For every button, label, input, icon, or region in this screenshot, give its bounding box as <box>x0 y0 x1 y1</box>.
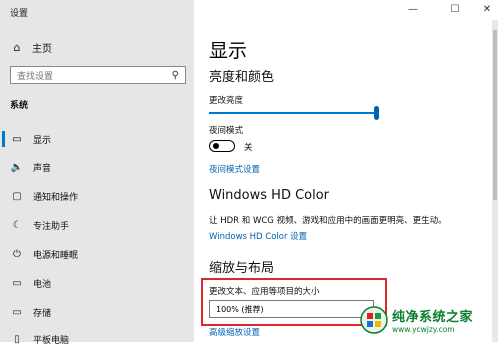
brightness-heading: 亮度和颜色 <box>209 70 275 85</box>
sidebar-item-label: 电池 <box>33 279 52 290</box>
scale-heading: 缩放与布局 <box>209 261 275 276</box>
active-indicator <box>2 131 5 147</box>
brightness-slider-thumb[interactable] <box>374 106 379 120</box>
search-icon: ⚲ <box>171 69 179 81</box>
home-label: 主页 <box>32 43 52 55</box>
tablet-icon: ▯ <box>14 333 20 345</box>
highlight-box <box>201 278 387 326</box>
battery-icon: ▭ <box>12 277 22 289</box>
night-mode-toggle[interactable] <box>209 140 235 152</box>
sidebar-item-storage[interactable]: ▭ 存储 <box>10 305 51 319</box>
sidebar-item-battery[interactable]: ▭ 电池 <box>10 276 51 290</box>
sidebar-item-notifications[interactable]: ▢ 通知和操作 <box>10 189 78 203</box>
sidebar: 设置 ⌂ 主页 查找设置 ⚲ 系统 ▭ 显示 🔈 声音 ▢ 通知和操作 ☾ 专注… <box>0 0 194 346</box>
sidebar-item-label: 显示 <box>33 135 52 146</box>
sidebar-item-label: 电源和睡眠 <box>33 250 79 261</box>
sidebar-item-focus-assist[interactable]: ☾ 专注助手 <box>10 218 70 232</box>
advanced-scaling-link[interactable]: 高级缩放设置 <box>209 326 260 338</box>
search-placeholder: 查找设置 <box>17 71 54 82</box>
hdr-description: 让 HDR 和 WCG 视频、游戏和应用中的画面更明亮、更生动。 <box>209 216 447 226</box>
scrollbar[interactable] <box>492 20 498 342</box>
search-input[interactable]: 查找设置 ⚲ <box>10 66 186 84</box>
sidebar-item-label: 通知和操作 <box>33 192 79 203</box>
sidebar-item-display[interactable]: ▭ 显示 <box>10 132 51 146</box>
power-icon: ⏻ <box>13 248 21 260</box>
storage-icon: ▭ <box>12 306 22 318</box>
sidebar-item-label: 专注助手 <box>33 221 70 232</box>
section-label: 系统 <box>10 101 29 111</box>
sidebar-item-label: 声音 <box>33 163 52 174</box>
sidebar-item-label: 平板电脑 <box>33 335 70 346</box>
hdr-settings-link[interactable]: Windows HD Color 设置 <box>209 230 307 242</box>
page-title: 显示 <box>209 40 248 62</box>
brightness-label: 更改亮度 <box>209 96 244 106</box>
home-icon: ⌂ <box>13 40 21 54</box>
sidebar-item-home[interactable]: ⌂ 主页 <box>10 40 53 55</box>
moon-icon: ☾ <box>12 219 22 231</box>
monitor-icon: ▭ <box>12 133 22 145</box>
app-title: 设置 <box>10 9 29 19</box>
sidebar-item-sound[interactable]: 🔈 声音 <box>10 160 51 174</box>
night-mode-settings-link[interactable]: 夜间模式设置 <box>209 163 260 175</box>
night-mode-label: 夜间模式 <box>209 126 244 136</box>
speaker-icon: 🔈 <box>10 161 24 173</box>
sidebar-item-tablet[interactable]: ▯ 平板电脑 <box>10 332 69 346</box>
sidebar-item-power-sleep[interactable]: ⏻ 电源和睡眠 <box>10 247 78 261</box>
toggle-knob <box>213 143 219 149</box>
scrollbar-thumb[interactable] <box>493 30 497 200</box>
brightness-slider-track[interactable] <box>209 112 374 114</box>
hdr-heading: Windows HD Color <box>209 188 330 203</box>
sidebar-item-label: 存储 <box>33 308 52 319</box>
notification-icon: ▢ <box>12 190 22 202</box>
night-mode-state: 关 <box>244 143 253 153</box>
